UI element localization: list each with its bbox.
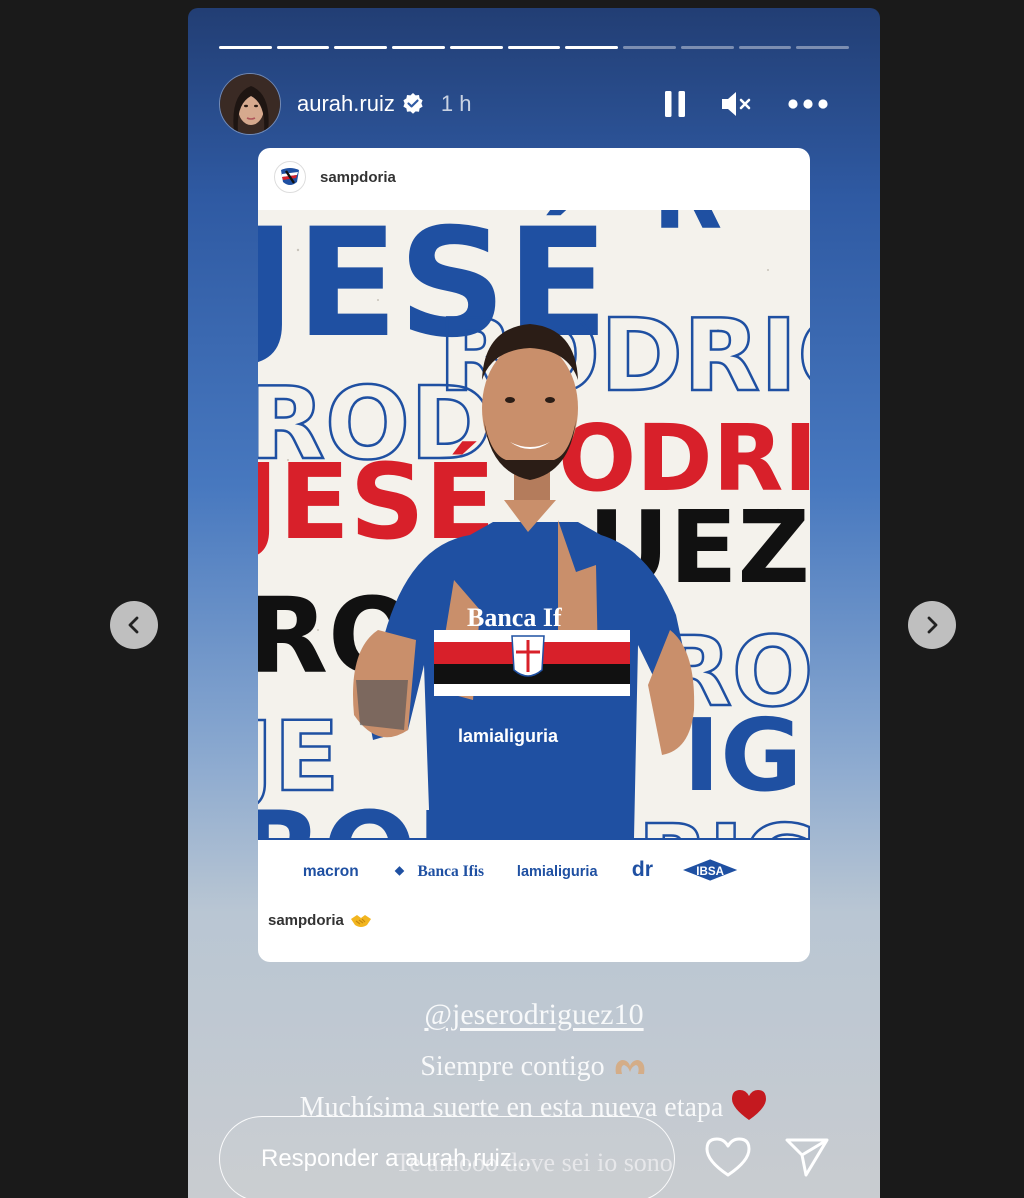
progress-segment-8 xyxy=(623,46,676,49)
svg-text:R: R xyxy=(653,210,722,250)
handshake-emoji-icon xyxy=(350,914,371,927)
muted-icon[interactable] xyxy=(719,88,753,120)
sponsor-ibsa: IBSA xyxy=(696,865,724,878)
shirt-sponsor-lower: lamialiguria xyxy=(458,726,559,746)
progress-fill xyxy=(334,46,388,49)
story-text-line-1: Siempre contigo xyxy=(188,1051,880,1083)
next-story-button[interactable] xyxy=(908,601,956,649)
poster-graphic: JESÉ R RODRIGU ROD JESÉ ODRI ROD UEZ RO … xyxy=(258,210,810,900)
progress-fill xyxy=(276,46,330,49)
post-username[interactable]: sampdoria xyxy=(320,169,396,186)
more-icon[interactable] xyxy=(785,88,831,120)
progress-fill xyxy=(565,46,619,49)
progress-segment-7 xyxy=(565,46,619,49)
sponsor-dr: dr xyxy=(632,857,653,881)
progress-segment-3 xyxy=(334,46,388,49)
send-icon[interactable] xyxy=(784,1135,830,1179)
sampdoria-logo-icon[interactable] xyxy=(274,161,306,193)
sponsor-strip: macron Banca Ifis lamialiguria dr IBSA xyxy=(258,838,810,900)
shirt-sponsor-chest: Banca If xyxy=(467,603,562,632)
story-mention[interactable]: @jeserodriguez10 xyxy=(188,998,880,1032)
post-header: sampdoria xyxy=(258,148,810,206)
progress-segment-1 xyxy=(219,46,272,49)
svg-text:IG: IG xyxy=(683,697,802,814)
post-caption: sampdoria xyxy=(268,912,372,929)
story-viewer: aurah.ruiz 1 h sampdoria JESÉ RODRI ROD … xyxy=(188,8,880,1198)
pause-icon[interactable] xyxy=(662,88,688,120)
sponsor-lamialiguria: lamialiguria xyxy=(517,864,599,880)
previous-story-button[interactable] xyxy=(110,601,158,649)
reply-placeholder: Responder a aurah.ruiz... xyxy=(261,1145,532,1172)
story-text-line-1-text: Siempre contigo xyxy=(420,1051,605,1082)
heart-icon[interactable] xyxy=(703,1135,753,1179)
progress-segment-2 xyxy=(276,46,330,49)
story-progress-bar xyxy=(219,46,850,49)
avatar-photo xyxy=(220,74,280,134)
shared-post-card[interactable]: sampdoria JESÉ R RODRIGU ROD JESÉ ODRI R… xyxy=(258,148,810,962)
story-header: aurah.ruiz 1 h xyxy=(219,71,849,137)
story-time: 1 h xyxy=(440,91,472,116)
progress-fill xyxy=(449,46,503,49)
progress-segment-10 xyxy=(738,46,792,49)
progress-segment-5 xyxy=(449,46,503,49)
sponsor-banca-ifis: Banca Ifis xyxy=(417,863,484,880)
progress-segment-4 xyxy=(392,46,445,49)
chevron-right-icon xyxy=(927,616,938,634)
red-heart-emoji-icon xyxy=(732,1090,767,1120)
reply-input[interactable]: Responder a aurah.ruiz... xyxy=(219,1116,675,1198)
heart-hands-emoji-icon xyxy=(615,1060,645,1074)
avatar[interactable] xyxy=(219,73,281,135)
sponsor-macron: macron xyxy=(303,863,359,880)
progress-fill xyxy=(219,46,272,49)
caption-username[interactable]: sampdoria xyxy=(268,912,344,929)
story-username[interactable]: aurah.ruiz xyxy=(297,91,395,117)
progress-fill xyxy=(507,46,561,49)
progress-segment-6 xyxy=(507,46,561,49)
signing-poster: JESÉ R RODRIGU ROD JESÉ ODRI ROD UEZ RO … xyxy=(258,210,810,900)
progress-segment-11 xyxy=(796,46,850,49)
chevron-left-icon xyxy=(128,616,139,634)
progress-segment-9 xyxy=(680,46,734,49)
progress-fill xyxy=(392,46,445,49)
verified-icon xyxy=(403,93,423,114)
